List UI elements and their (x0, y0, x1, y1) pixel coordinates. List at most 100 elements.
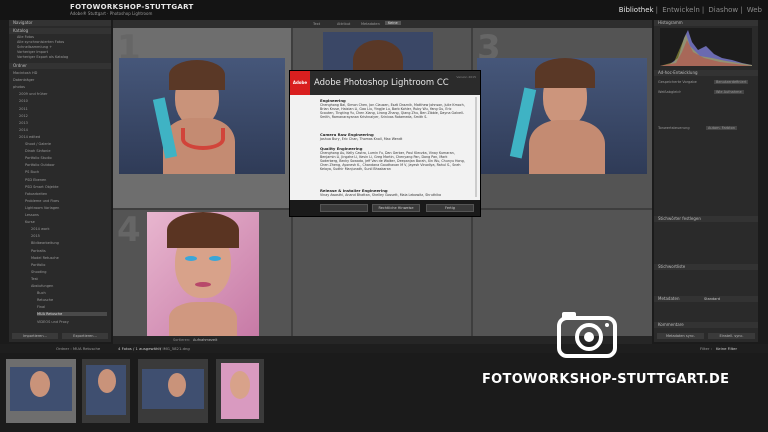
credit-text: Chenghong Bai, Simon Chen, Jon Clausen, … (320, 103, 465, 120)
folder-item[interactable]: Lightroom Vorlagen (25, 206, 107, 210)
folder-item[interactable]: Shooting (31, 270, 107, 274)
sort-select[interactable]: Aufnahmezeit (193, 338, 217, 342)
folder-item[interactable]: Kurse (25, 220, 107, 224)
folder-item[interactable]: Portraits (31, 249, 107, 253)
folder-item[interactable]: Retusche (37, 298, 107, 302)
import-button[interactable]: Importieren... (12, 333, 58, 339)
filmstrip-thumb[interactable] (216, 359, 264, 423)
legal-notices-button[interactable]: Rechtliche Hinweise (372, 204, 420, 212)
folder-item[interactable]: Datenträger (13, 78, 107, 82)
folder-item[interactable]: Test (31, 277, 107, 281)
credits-panel[interactable]: Engineering Chenghong Bai, Simon Chen, J… (290, 95, 480, 200)
module-develop[interactable]: Entwickeln (662, 6, 700, 14)
folder-item[interactable]: 2011 (19, 107, 107, 111)
photo-thumbnail[interactable] (147, 212, 259, 336)
comments-header[interactable]: Kommentare (654, 322, 758, 328)
folder-item[interactable]: 2012 (19, 114, 107, 118)
folder-item[interactable]: Bildbearbeitung (31, 241, 107, 245)
folder-item[interactable]: Final (37, 305, 107, 309)
module-picker: Bibliothek | Entwickeln | Diashow | Web (618, 6, 762, 14)
credits-scrollbar[interactable] (475, 97, 477, 197)
sync-settings-button[interactable]: Einstell. sync. (708, 333, 755, 339)
folder-item[interactable]: 2010 (19, 99, 107, 103)
folder-item[interactable]: 2014 edited (19, 135, 107, 139)
catalog-item[interactable]: Vorheriger Export als Katalog (17, 55, 68, 59)
folder-item[interactable]: Shoot / Galerie (25, 142, 107, 146)
filmstrip-thumb[interactable] (82, 359, 130, 423)
sync-metadata-button[interactable]: Metadaten sync. (657, 333, 704, 339)
folder-item[interactable]: Portfolio Outdoor (25, 163, 107, 167)
photo-thumbnail[interactable] (477, 58, 647, 174)
photo-thumbnail[interactable] (119, 58, 285, 174)
catalog-item[interactable]: Vorheriger Import (17, 50, 48, 54)
folder-item[interactable]: 2014 (19, 128, 107, 132)
folder-item[interactable]: PSD Smart Objekte (25, 185, 107, 189)
sort-label: Sortieren: (173, 338, 191, 342)
folder-item[interactable]: Model Retusche (31, 256, 107, 260)
folder-item[interactable]: Abstufungen (31, 284, 107, 288)
adobe-logo: Adobe (290, 71, 310, 95)
grid-cell-empty (293, 210, 471, 338)
filter-metadata[interactable]: Metadaten (361, 22, 380, 26)
filter-select[interactable]: Keine Filter (716, 346, 737, 351)
folder-item[interactable]: Portfolio (31, 263, 107, 267)
histogram-header[interactable]: Histogramm (654, 20, 758, 26)
dialog-button[interactable] (320, 204, 368, 212)
folder-item[interactable]: Fotoarbeiten (25, 192, 107, 196)
filmstrip-thumb[interactable] (138, 359, 208, 423)
folder-item[interactable]: 2015 (31, 234, 107, 238)
folders-header[interactable]: Ordner (9, 63, 111, 69)
catalog-item[interactable]: Schnellsammlung + (17, 45, 52, 49)
dialog-title: Adobe Photoshop Lightroom CC (314, 78, 449, 88)
photo-thumbnail[interactable] (323, 32, 433, 72)
quick-develop-header[interactable]: Ad-hoc-Entwicklung (654, 70, 758, 76)
watermark-brand: FOTOWORKSHOP-STUTTGART.DE (482, 372, 730, 387)
folder-item[interactable]: 2009 und früher (19, 92, 107, 96)
folder-item[interactable]: Lessons (25, 213, 107, 217)
cell-index: 4 (117, 210, 141, 250)
credit-text: Joshua Bury, Eric Chan, Thomas Knoll, Ma… (320, 137, 403, 141)
catalog-item[interactable]: Alle synchronisierten Fotos (17, 40, 64, 44)
filmstrip-thumb-selected[interactable] (6, 359, 76, 423)
folder-item[interactable]: PSD Ebenen (25, 178, 107, 182)
filmstrip-source[interactable]: Ordner : MUA Retusche (56, 346, 100, 351)
filter-attribute[interactable]: Attribut (337, 22, 350, 26)
folder-item[interactable]: MUA Retusche (37, 312, 107, 317)
catalog-item[interactable]: Alle Fotos (17, 35, 34, 39)
saved-preset-select[interactable]: Benutzerdefiniert (714, 80, 749, 84)
about-dialog: Adobe Adobe Photoshop Lightroom CC Versi… (289, 70, 481, 217)
folder-item[interactable]: Dinah Sinfonie (25, 149, 107, 153)
filmstrip-bar: Ordner : MUA Retusche 4 Fotos / 1 ausgew… (0, 344, 768, 353)
folder-item[interactable]: Macintosh HD (13, 71, 107, 75)
white-balance-select[interactable]: Wie Aufnahme (714, 90, 744, 94)
filmstrip-filename: / IMG_5821.dng (160, 346, 190, 351)
module-library[interactable]: Bibliothek (619, 6, 654, 14)
folder-item[interactable]: Buch (37, 291, 107, 295)
folder-item[interactable]: photos (13, 85, 107, 89)
folder-item[interactable]: Probleme und Fixes (25, 199, 107, 203)
folder-item[interactable]: 2013 (19, 121, 107, 125)
module-web[interactable]: Web (747, 6, 762, 14)
histogram-chart (660, 28, 752, 66)
folder-item[interactable]: 2014 work (31, 227, 107, 231)
credit-text: Vinay Awasthi, Anand Bhattan, Shelley Go… (320, 193, 441, 197)
dialog-footer: Rechtliche Hinweise Fertig (290, 200, 480, 216)
keyword-list-header[interactable]: Stichwortliste (654, 264, 758, 270)
folder-item[interactable]: VIDEOS und Proxy (37, 320, 107, 324)
folder-item[interactable]: Portfolio Studio (25, 156, 107, 160)
white-balance-label: Weißabgleich (658, 90, 682, 94)
identity-plate-logo: FOTOWORKSHOP-STUTTGART (70, 3, 194, 11)
auto-tone-button[interactable]: Autom. Farbton (706, 126, 737, 130)
done-button[interactable]: Fertig (426, 204, 474, 212)
export-button[interactable]: Exportieren... (62, 333, 108, 339)
keywording-header[interactable]: Stichwörter festlegen (654, 216, 758, 222)
left-panel: Navigator Katalog Alle Fotos Alle synchr… (9, 20, 111, 342)
filter-text[interactable]: Text (313, 22, 320, 26)
filter-label: Filter : (700, 346, 712, 351)
folder-item[interactable]: PS Buch (25, 170, 107, 174)
module-slideshow[interactable]: Diashow (708, 6, 738, 14)
filter-none[interactable]: Keine (385, 21, 401, 25)
metadata-preset[interactable]: Standard (704, 297, 720, 301)
catalog-header[interactable]: Katalog (9, 28, 111, 34)
navigator-header[interactable]: Navigator (9, 20, 111, 26)
